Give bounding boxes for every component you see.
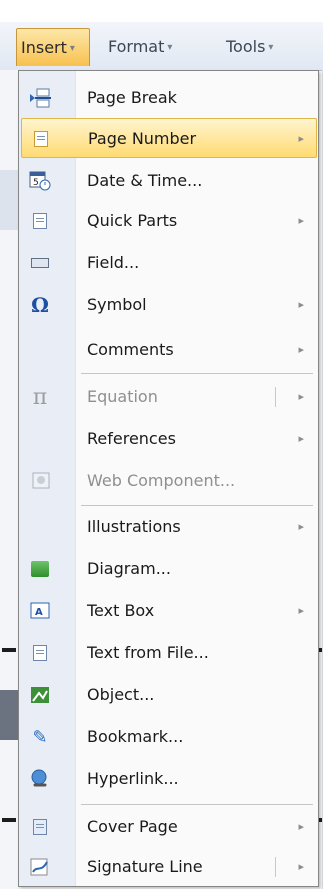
insert-dropdown-menu: Page Break Page Number ▸ 5 Date & Time..…: [18, 70, 319, 887]
format-menu-label: Format: [108, 37, 165, 56]
submenu-arrow-icon: ▸: [298, 820, 304, 833]
menu-item-equation[interactable]: π Equation ▸: [19, 377, 318, 417]
menu-item-label: Cover Page: [87, 817, 178, 836]
menu-separator: [81, 804, 313, 805]
bookmark-icon: ✎: [32, 726, 48, 748]
menu-item-label: Text Box: [87, 601, 155, 620]
submenu-arrow-icon: ▸: [298, 432, 304, 445]
window-top-area: [0, 0, 323, 22]
menu-item-label: Diagram...: [87, 559, 171, 578]
text-box-icon: A: [29, 601, 51, 621]
menu-item-diagram[interactable]: Diagram...: [19, 549, 318, 589]
svg-text:5: 5: [33, 178, 39, 188]
page-break-icon: [29, 88, 51, 108]
insert-menu-label: Insert: [21, 38, 67, 57]
text-from-file-icon: [29, 643, 51, 663]
document-rule-mark: [2, 818, 16, 822]
menu-item-text-from-file[interactable]: Text from File...: [19, 633, 318, 673]
document-rule-mark: [2, 648, 16, 652]
menu-item-label: Bookmark...: [87, 727, 184, 746]
menu-item-signature-line[interactable]: Signature Line ▸: [19, 847, 318, 887]
menu-item-label: Page Number: [88, 129, 197, 148]
menu-item-hyperlink[interactable]: Hyperlink...: [19, 759, 318, 799]
tools-menu-label: Tools: [226, 37, 266, 56]
submenu-arrow-icon: ▸: [298, 132, 304, 145]
menu-item-text-box[interactable]: A Text Box ▸: [19, 591, 318, 631]
object-icon: [29, 685, 51, 705]
equation-icon: π: [32, 384, 48, 410]
menu-item-bookmark[interactable]: ✎ Bookmark...: [19, 717, 318, 757]
field-icon: [29, 253, 51, 273]
insert-menu-tab[interactable]: Insert ▾: [16, 28, 90, 66]
split-divider: [275, 857, 276, 877]
menu-item-cover-page[interactable]: Cover Page ▸: [19, 807, 318, 847]
format-menu-tab[interactable]: Format ▾: [104, 28, 176, 66]
menu-item-label: Symbol: [87, 295, 147, 314]
hyperlink-icon: [29, 769, 51, 789]
menu-item-label: Signature Line: [87, 857, 203, 876]
svg-text:A: A: [35, 607, 43, 618]
menu-item-label: Page Break: [87, 88, 177, 107]
menu-item-field[interactable]: Field...: [19, 243, 318, 283]
submenu-arrow-icon: ▸: [298, 860, 304, 873]
menu-item-label: Quick Parts: [87, 211, 178, 230]
menu-item-label: Object...: [87, 685, 155, 704]
menu-item-symbol[interactable]: Ω Symbol ▸: [19, 285, 318, 325]
web-component-icon: [29, 471, 51, 491]
cover-page-icon: [29, 817, 51, 837]
symbol-icon: Ω: [31, 293, 49, 317]
split-divider: [275, 387, 276, 407]
menu-separator: [81, 373, 313, 374]
menu-item-label: Illustrations: [87, 517, 181, 536]
submenu-arrow-icon: ▸: [298, 604, 304, 617]
menu-item-label: Field...: [87, 253, 140, 272]
menu-item-page-number[interactable]: Page Number ▸: [21, 118, 317, 158]
submenu-arrow-icon: ▸: [298, 298, 304, 311]
menu-item-label: Date & Time...: [87, 171, 203, 190]
document-edge-block: [0, 170, 20, 230]
submenu-arrow-icon: ▸: [298, 520, 304, 533]
date-time-icon: 5: [29, 171, 51, 191]
quick-parts-icon: [29, 211, 51, 231]
menu-item-label: Comments: [87, 340, 174, 359]
menu-item-quick-parts[interactable]: Quick Parts ▸: [19, 201, 318, 241]
menu-item-label: Hyperlink...: [87, 769, 179, 788]
chevron-down-icon: ▾: [167, 42, 173, 53]
menu-item-references[interactable]: References ▸: [19, 419, 318, 459]
menu-item-comments[interactable]: Comments ▸: [19, 330, 318, 370]
chevron-down-icon: ▾: [268, 42, 274, 53]
signature-line-icon: [29, 857, 51, 877]
submenu-arrow-icon: ▸: [298, 390, 304, 403]
menu-item-label: References: [87, 429, 176, 448]
submenu-arrow-icon: ▸: [298, 214, 304, 227]
menu-item-date-time[interactable]: 5 Date & Time...: [19, 161, 318, 201]
menu-item-label: Text from File...: [87, 643, 209, 662]
submenu-arrow-icon: ▸: [298, 343, 304, 356]
document-edge-block: [0, 690, 20, 740]
menu-item-label: Web Component...: [87, 471, 236, 490]
menu-item-web-component[interactable]: Web Component...: [19, 461, 318, 501]
chevron-down-icon: ▾: [69, 43, 75, 54]
menu-item-illustrations[interactable]: Illustrations ▸: [19, 507, 318, 547]
menu-item-object[interactable]: Object...: [19, 675, 318, 715]
page-number-icon: [30, 129, 52, 149]
menu-item-label: Equation: [87, 387, 158, 406]
tools-menu-tab[interactable]: Tools ▾: [222, 28, 277, 66]
menu-bar: Insert ▾ Format ▾ Tools ▾: [0, 22, 323, 71]
diagram-icon: [29, 559, 51, 579]
menu-item-page-break[interactable]: Page Break: [19, 78, 318, 118]
menu-separator: [81, 505, 313, 506]
